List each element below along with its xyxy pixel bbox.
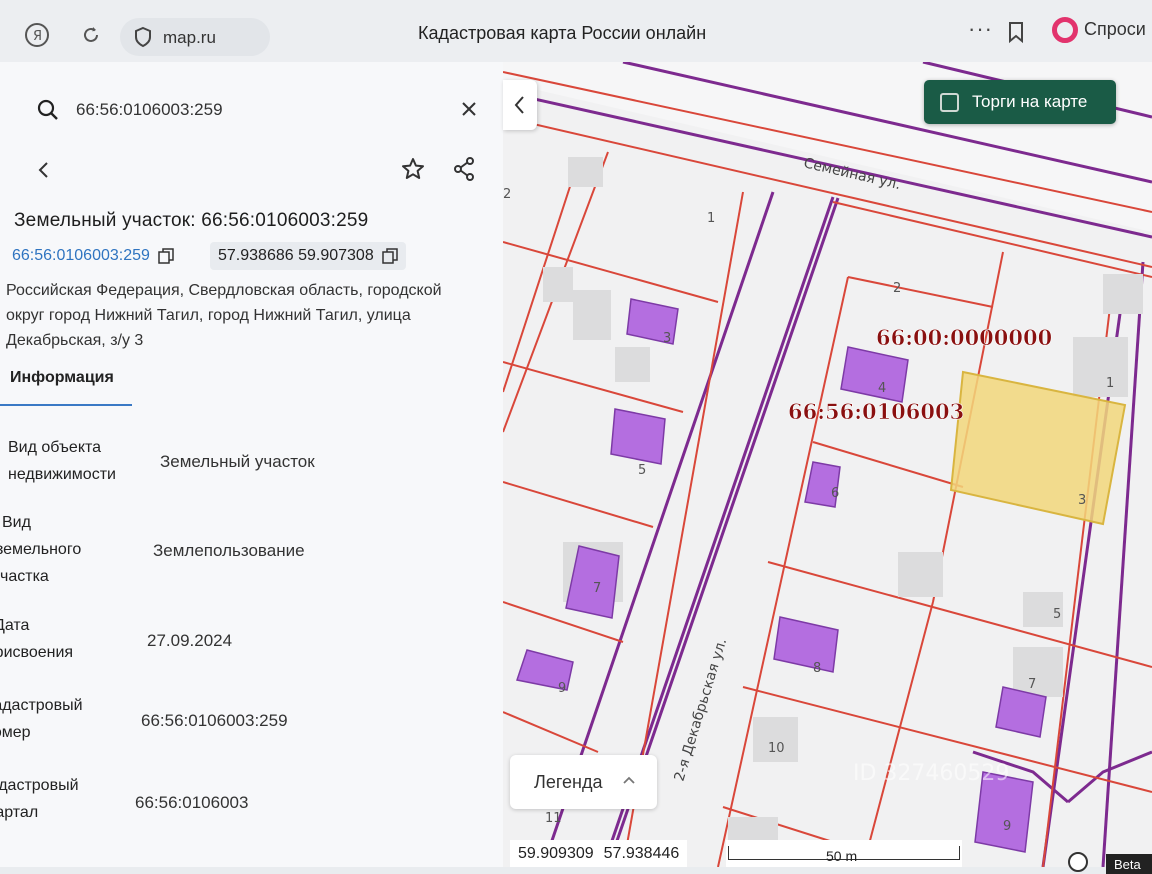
row-label-land-type: Видземельногоучастка xyxy=(0,514,82,585)
legend-label: Легенда xyxy=(534,772,603,792)
svg-text:10: 10 xyxy=(768,741,785,756)
svg-text:4: 4 xyxy=(878,381,886,396)
chevron-left-icon xyxy=(514,96,524,114)
scale-label: 50 m xyxy=(826,848,858,864)
chevron-up-icon xyxy=(623,776,635,784)
row-value-cadastral-number: 66:56:0106003:259 xyxy=(141,711,288,730)
row-label-cadastral-quarter: Кадастровыйквартал xyxy=(0,777,79,821)
row-label-assign-date: Датаприсвоения xyxy=(0,617,74,661)
svg-text:11: 11 xyxy=(545,811,562,826)
more-icon[interactable]: ··· xyxy=(968,16,993,42)
alice-logo-icon xyxy=(1052,17,1078,43)
row-label-object-type: Вид объекта недвижимости xyxy=(8,439,116,483)
svg-text:5: 5 xyxy=(1053,607,1061,622)
coord-lat: 57.938446 xyxy=(603,844,680,862)
close-icon[interactable] xyxy=(458,98,480,120)
beta-badge: Beta xyxy=(1106,854,1152,874)
coordinates-text: 57.938686 59.907308 xyxy=(218,247,374,264)
scale-bar: 50 m xyxy=(726,840,962,867)
coordinates-chip[interactable]: 57.938686 59.907308 xyxy=(210,242,406,270)
quarter-label: 66:56:0106003 xyxy=(788,399,964,424)
shield-icon xyxy=(135,26,151,48)
row-value-assign-date: 27.09.2024 xyxy=(147,631,233,650)
url-text: map.ru xyxy=(163,28,216,47)
svg-text:Я: Я xyxy=(33,29,42,44)
bookmark-icon[interactable] xyxy=(1005,20,1027,44)
search-input[interactable]: 66:56:0106003:259 xyxy=(76,100,223,120)
reload-icon[interactable] xyxy=(78,22,104,48)
svg-text:9: 9 xyxy=(558,681,566,696)
cadastral-map[interactable]: 2 1 3 5 7 9 11 2 4 6 8 10 1 3 5 7 9 Семе… xyxy=(503,62,1152,867)
info-icon[interactable] xyxy=(1068,852,1088,872)
object-title: Земельный участок: 66:56:0106003:259 xyxy=(14,210,369,231)
svg-text:1: 1 xyxy=(707,211,715,226)
watermark: ID 327460529 xyxy=(853,761,1009,786)
auctions-toggle[interactable]: Торги на карте xyxy=(924,80,1116,124)
coord-lon: 59.909309 xyxy=(518,844,594,862)
favorite-star-icon[interactable] xyxy=(400,156,426,182)
auctions-checkbox[interactable] xyxy=(940,93,959,112)
row-value-cadastral-quarter: 66:56:0106003 xyxy=(135,793,249,812)
svg-text:2: 2 xyxy=(893,281,901,296)
cadastral-number-text[interactable]: 66:56:0106003:259 xyxy=(12,247,150,265)
back-icon[interactable] xyxy=(34,158,54,182)
svg-text:3: 3 xyxy=(1078,493,1086,508)
browser-toolbar: Я map.ru Кадастровая карта России онлайн… xyxy=(0,0,1152,62)
svg-text:6: 6 xyxy=(831,486,839,501)
search-icon xyxy=(37,99,58,120)
info-panel: 66:56:0106003:259 Земельный участок: 66:… xyxy=(0,62,503,867)
svg-text:7: 7 xyxy=(1028,677,1036,692)
tab-active-indicator xyxy=(0,404,132,406)
svg-text:9: 9 xyxy=(1003,819,1011,834)
cursor-coordinates: 59.909309 57.938446 xyxy=(510,840,688,867)
copy-icon[interactable] xyxy=(158,248,174,264)
legend-button[interactable]: Легенда xyxy=(510,755,657,809)
share-icon[interactable] xyxy=(452,156,476,182)
yandex-browser-icon[interactable]: Я xyxy=(24,22,50,48)
svg-text:7: 7 xyxy=(593,581,601,596)
ask-button[interactable]: Спроси xyxy=(1046,12,1152,48)
map-canvas[interactable]: 2 1 3 5 7 9 11 2 4 6 8 10 1 3 5 7 9 Семе… xyxy=(503,62,1152,867)
svg-text:8: 8 xyxy=(813,661,821,676)
tab-information[interactable]: Информация xyxy=(10,369,114,387)
svg-text:1: 1 xyxy=(1106,376,1114,391)
svg-text:2: 2 xyxy=(503,187,511,202)
copy-icon[interactable] xyxy=(381,248,398,264)
address-bar[interactable]: map.ru xyxy=(120,18,270,56)
svg-text:5: 5 xyxy=(638,463,646,478)
svg-text:3: 3 xyxy=(663,331,671,346)
row-value-land-type: Землепользование xyxy=(153,541,305,560)
object-address: Российская Федерация, Свердловская облас… xyxy=(6,282,442,349)
page-title: Кадастровая карта России онлайн xyxy=(418,23,707,43)
ask-label: Спроси xyxy=(1084,19,1146,39)
row-value-object-type: Земельный участок xyxy=(160,452,315,471)
region-label: 66:00:0000000 xyxy=(876,325,1052,350)
row-label-cadastral-number: Кадастровыйномер xyxy=(0,697,83,741)
collapse-panel-button[interactable] xyxy=(503,80,537,130)
auctions-label: Торги на карте xyxy=(972,92,1088,111)
cadastral-number-link[interactable]: 66:56:0106003:259 xyxy=(6,242,180,270)
